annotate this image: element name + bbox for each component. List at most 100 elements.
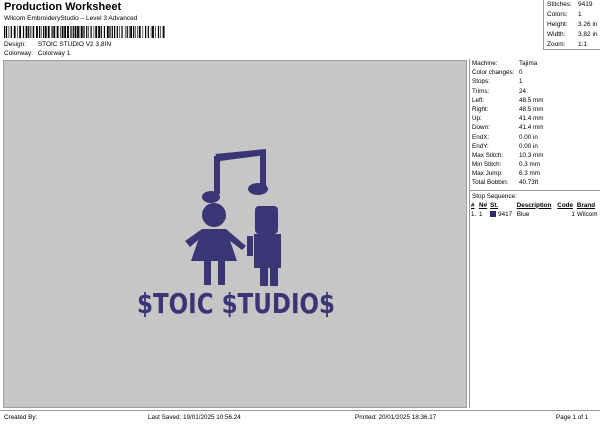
stat-colors: Colors: 1 — [547, 11, 582, 18]
machine-info-label: Left: — [472, 96, 485, 104]
barcode-bar — [106, 26, 109, 38]
table-row: 1. 1 9417 Blue 1 Wilcom — [470, 210, 600, 219]
barcode-bar — [28, 26, 30, 38]
stat-height: Height: 3.26 in — [547, 21, 598, 28]
barcode-bar — [160, 26, 161, 38]
barcode-bar — [133, 26, 135, 38]
colorway-label: Colorway: — [4, 50, 33, 57]
barcode-bar — [39, 26, 41, 38]
machine-info-label: Min Stitch: — [472, 161, 502, 169]
barcode-bar — [77, 26, 79, 38]
machine-info-label: EndY: — [472, 142, 489, 150]
barcode-bar — [61, 26, 64, 38]
barcode-bar — [88, 26, 89, 38]
color-swatch — [490, 210, 497, 217]
barcode-bar — [43, 26, 45, 38]
barcode-bar — [51, 26, 53, 38]
design-preview: $TOIC $TUDIO$ — [3, 60, 467, 408]
barcode-bar — [93, 26, 95, 38]
barcode-bar — [17, 26, 18, 38]
barcode-bar — [103, 26, 105, 38]
barcode-bar — [25, 26, 28, 38]
machine-info-row: Machine: Tajima — [470, 59, 600, 68]
stat-zoom: Zoom: 1:1 — [547, 41, 588, 48]
machine-info-row: Color changes: 0 — [470, 68, 600, 77]
barcode-bar — [36, 26, 38, 38]
barcode-bar — [53, 26, 56, 38]
machine-info-row: EndY: 0.00 in — [470, 142, 600, 151]
printed-date: Printed: 20/01/2025 18:36.17 — [355, 414, 437, 421]
machine-info-label: Down: — [472, 124, 490, 132]
software-subtitle: Wilcom EmbroideryStudio – Level 3 Advanc… — [4, 15, 138, 22]
machine-info-label: Max Jump: — [472, 170, 503, 178]
music-note-icon — [202, 149, 268, 203]
col-st: St. — [490, 201, 499, 209]
barcode-bar — [44, 26, 47, 38]
barcode-image — [4, 26, 165, 38]
barcode-bar — [137, 26, 138, 38]
barcode-bar — [33, 26, 35, 38]
barcode-bar — [19, 26, 21, 38]
machine-info-value: 1 — [519, 78, 523, 86]
stop-sequence-title: Stop Sequence: — [472, 192, 517, 200]
machine-info-label: Up: — [472, 115, 482, 123]
barcode-bar — [40, 26, 42, 38]
page-title: Production Worksheet — [4, 1, 122, 13]
divider — [470, 189, 600, 191]
design-label: Design: — [4, 41, 27, 48]
barcode-bar — [122, 26, 123, 38]
machine-info-label: Trims: — [472, 87, 490, 95]
col-brand: Brand — [576, 201, 596, 209]
barcode-bar — [60, 26, 61, 38]
colorway-row: Colorway: Colorway 1 — [4, 50, 70, 57]
barcode-bar — [79, 26, 81, 38]
col-n: N# — [479, 201, 488, 209]
machine-info-value: 0.3 mm — [519, 161, 540, 169]
cell-num: 1. — [471, 210, 477, 218]
barcode-bar — [47, 26, 50, 38]
cell-code: 1 — [571, 210, 575, 218]
colorway-value: Colorway 1 — [37, 50, 71, 57]
barcode-bar — [138, 26, 141, 38]
page-number: Page 1 of 1 — [556, 414, 589, 421]
machine-info-row: Right: 48.5 mm — [470, 105, 600, 114]
machine-info-value: 40.73ft — [519, 179, 539, 187]
machine-info-label: EndX: — [472, 133, 490, 141]
barcode-bar — [56, 26, 59, 38]
machine-info-row: Up: 41.4 mm — [470, 114, 600, 123]
machine-info-label: Stops: — [472, 78, 490, 86]
machine-info-label: Max Stitch: — [472, 151, 504, 159]
barcode-bar — [128, 26, 130, 38]
barcode-bar — [67, 26, 69, 38]
col-code: Code — [557, 201, 574, 209]
cell-description: Blue — [516, 210, 530, 218]
machine-info-row: Total Bobbin: 40.73ft — [470, 178, 600, 187]
machine-info-row: Trims: 24 — [470, 87, 600, 96]
barcode-bar — [31, 26, 33, 38]
barcode-bar — [86, 26, 88, 38]
machine-info-value: 6.3 mm — [519, 170, 540, 178]
barcode-bar — [90, 26, 92, 38]
machine-info-value: 48.5 mm — [519, 105, 544, 113]
machine-info-row: Max Stitch: 10.3 mm — [470, 151, 600, 160]
embroidery-design-image: $TOIC $TUDIO$ — [137, 149, 335, 320]
machine-info-label: Total Bobbin: — [472, 179, 509, 187]
machine-info-value: 48.5 mm — [519, 96, 544, 104]
machine-info-row: Left: 48.5 mm — [470, 96, 600, 105]
machine-info-row: EndX: 0.00 in — [470, 133, 600, 142]
machine-info-panel: Machine: Tajima Color changes: 0 Stops: 1 Trim… — [469, 59, 600, 408]
girl-figure-icon — [185, 203, 246, 285]
barcode-bar — [135, 26, 136, 38]
machine-info-row: Stops: 1 — [470, 77, 600, 86]
machine-info-label: Right: — [472, 105, 489, 113]
machine-info-value: 0.00 in — [519, 133, 538, 141]
machine-info-label: Color changes: — [472, 69, 515, 77]
barcode-bar — [109, 26, 111, 38]
barcode-bar — [145, 26, 147, 38]
cell-brand: Wilcom — [576, 210, 598, 218]
machine-info-value: 0 — [519, 69, 523, 77]
barcode-bar — [114, 26, 116, 38]
machine-info-list: Machine: Tajima Color changes: 0 Stops: 1 Trim… — [470, 59, 600, 188]
design-lettering: $TOIC $TUDIO$ — [137, 287, 335, 320]
design-row: Design: STOIC STUDIO V2 3,8IN — [4, 41, 111, 48]
